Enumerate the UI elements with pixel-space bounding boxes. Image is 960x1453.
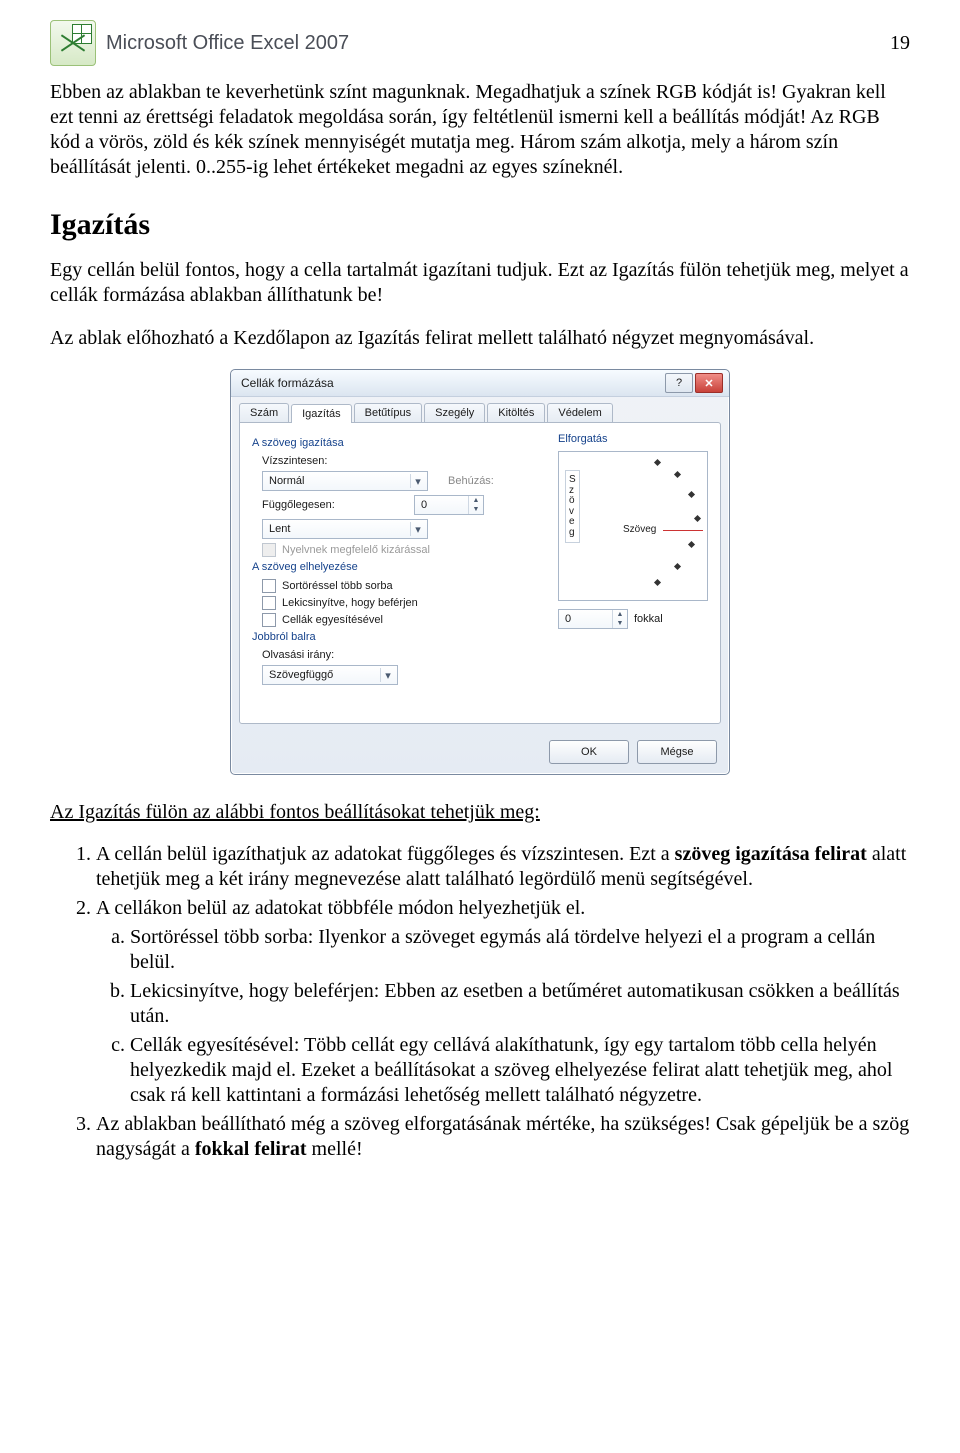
tab-szegely[interactable]: Szegély <box>424 403 485 422</box>
rotation-horizontal-text: Szöveg <box>623 524 656 535</box>
close-button[interactable]: ✕ <box>695 373 723 393</box>
value-horizontal: Normál <box>269 475 304 487</box>
ok-button[interactable]: OK <box>549 740 629 764</box>
checkbox-merge[interactable] <box>262 613 276 627</box>
label-horizontal: Vízszintesen: <box>262 455 346 467</box>
paragraph-1: Ebben az ablakban te keverhetünk színt m… <box>50 80 910 180</box>
value-vertical: Lent <box>269 523 290 535</box>
value-indent: 0 <box>421 499 427 511</box>
list-item: Az ablakban beállítható még a szöveg elf… <box>96 1112 910 1162</box>
app-title: Microsoft Office Excel 2007 <box>106 32 349 55</box>
list-item: Cellák egyesítésével: Több cellát egy ce… <box>130 1033 910 1108</box>
label-vertical: Függőlegesen: <box>262 499 346 511</box>
chevron-down-icon: ▾ <box>410 522 425 536</box>
dialog-tabs: Szám Igazítás Betűtípus Szegély Kitöltés… <box>231 397 729 422</box>
spin-up-icon[interactable]: ▲ <box>469 496 483 505</box>
label-direction: Olvasási irány: <box>262 649 346 661</box>
checkbox-wrap[interactable] <box>262 579 276 593</box>
select-vertical[interactable]: Lent ▾ <box>262 519 428 539</box>
excel-icon <box>50 20 96 66</box>
list-intro: Az Igazítás fülön az alábbi fontos beáll… <box>50 801 910 824</box>
label-chk-wrap: Sortöréssel több sorba <box>282 580 393 592</box>
spin-down-icon[interactable]: ▼ <box>613 619 627 628</box>
format-cells-dialog: Cellák formázása ? ✕ Szám Igazítás Betűt… <box>230 369 730 775</box>
rotation-caption: Elforgatás <box>558 433 708 445</box>
spin-rotation[interactable]: 0 ▲▼ <box>558 609 628 629</box>
tab-vedelem[interactable]: Védelem <box>547 403 612 422</box>
app-header: Microsoft Office Excel 2007 <box>50 20 349 66</box>
paragraph-2: Egy cellán belül fontos, hogy a cella ta… <box>50 258 910 308</box>
tab-igazitas[interactable]: Igazítás <box>291 404 352 423</box>
tab-szam[interactable]: Szám <box>239 403 289 422</box>
group-rtl: Jobbról balra <box>252 631 550 643</box>
tab-betutipus[interactable]: Betűtípus <box>354 403 422 422</box>
label-rotation-unit: fokkal <box>634 613 663 625</box>
list-item: A cellán belül igazíthatjuk az adatokat … <box>96 842 910 892</box>
rotation-vertical-text[interactable]: Szöveg <box>565 470 580 543</box>
rotation-indicator-line <box>663 530 703 531</box>
dialog-titlebar[interactable]: Cellák formázása ? ✕ <box>231 370 729 397</box>
label-chk-language: Nyelvnek megfelelő kizárással <box>282 544 430 556</box>
checkbox-shrink[interactable] <box>262 596 276 610</box>
tab-kitoltes[interactable]: Kitöltés <box>487 403 545 422</box>
checkbox-language <box>262 543 276 557</box>
select-direction[interactable]: Szövegfüggő ▾ <box>262 665 398 685</box>
list-item: A cellákon belül az adatokat többféle mó… <box>96 896 910 1108</box>
value-direction: Szövegfüggő <box>269 669 333 681</box>
heading-igazitas: Igazítás <box>50 208 910 242</box>
spin-up-icon[interactable]: ▲ <box>613 610 627 619</box>
settings-list: A cellán belül igazíthatjuk az adatokat … <box>50 842 910 1162</box>
paragraph-3: Az ablak előhozható a Kezdőlapon az Igaz… <box>50 326 910 351</box>
spin-down-icon[interactable]: ▼ <box>469 505 483 514</box>
value-rotation: 0 <box>565 613 571 625</box>
help-button[interactable]: ? <box>665 373 693 393</box>
chevron-down-icon: ▾ <box>380 668 395 682</box>
label-chk-shrink: Lekicsinyítve, hogy beférjen <box>282 597 418 609</box>
group-text-placement: A szöveg elhelyezése <box>252 561 550 573</box>
group-text-alignment: A szöveg igazítása <box>252 437 550 449</box>
list-item: Sortöréssel több sorba: Ilyenkor a szöve… <box>130 925 910 975</box>
rotation-box[interactable]: Szöveg Szöveg <box>558 451 708 601</box>
select-horizontal[interactable]: Normál ▾ <box>262 471 428 491</box>
page-number: 19 <box>890 32 910 55</box>
list-item: Lekicsinyítve, hogy beleférjen: Ebben az… <box>130 979 910 1029</box>
rotation-arc[interactable]: Szöveg <box>593 456 703 596</box>
spin-indent[interactable]: 0 ▲▼ <box>414 495 484 515</box>
label-chk-merge: Cellák egyesítésével <box>282 614 383 626</box>
dialog-title: Cellák formázása <box>241 376 334 390</box>
label-indent: Behúzás: <box>448 475 494 487</box>
chevron-down-icon: ▾ <box>410 474 425 488</box>
cancel-button[interactable]: Mégse <box>637 740 717 764</box>
